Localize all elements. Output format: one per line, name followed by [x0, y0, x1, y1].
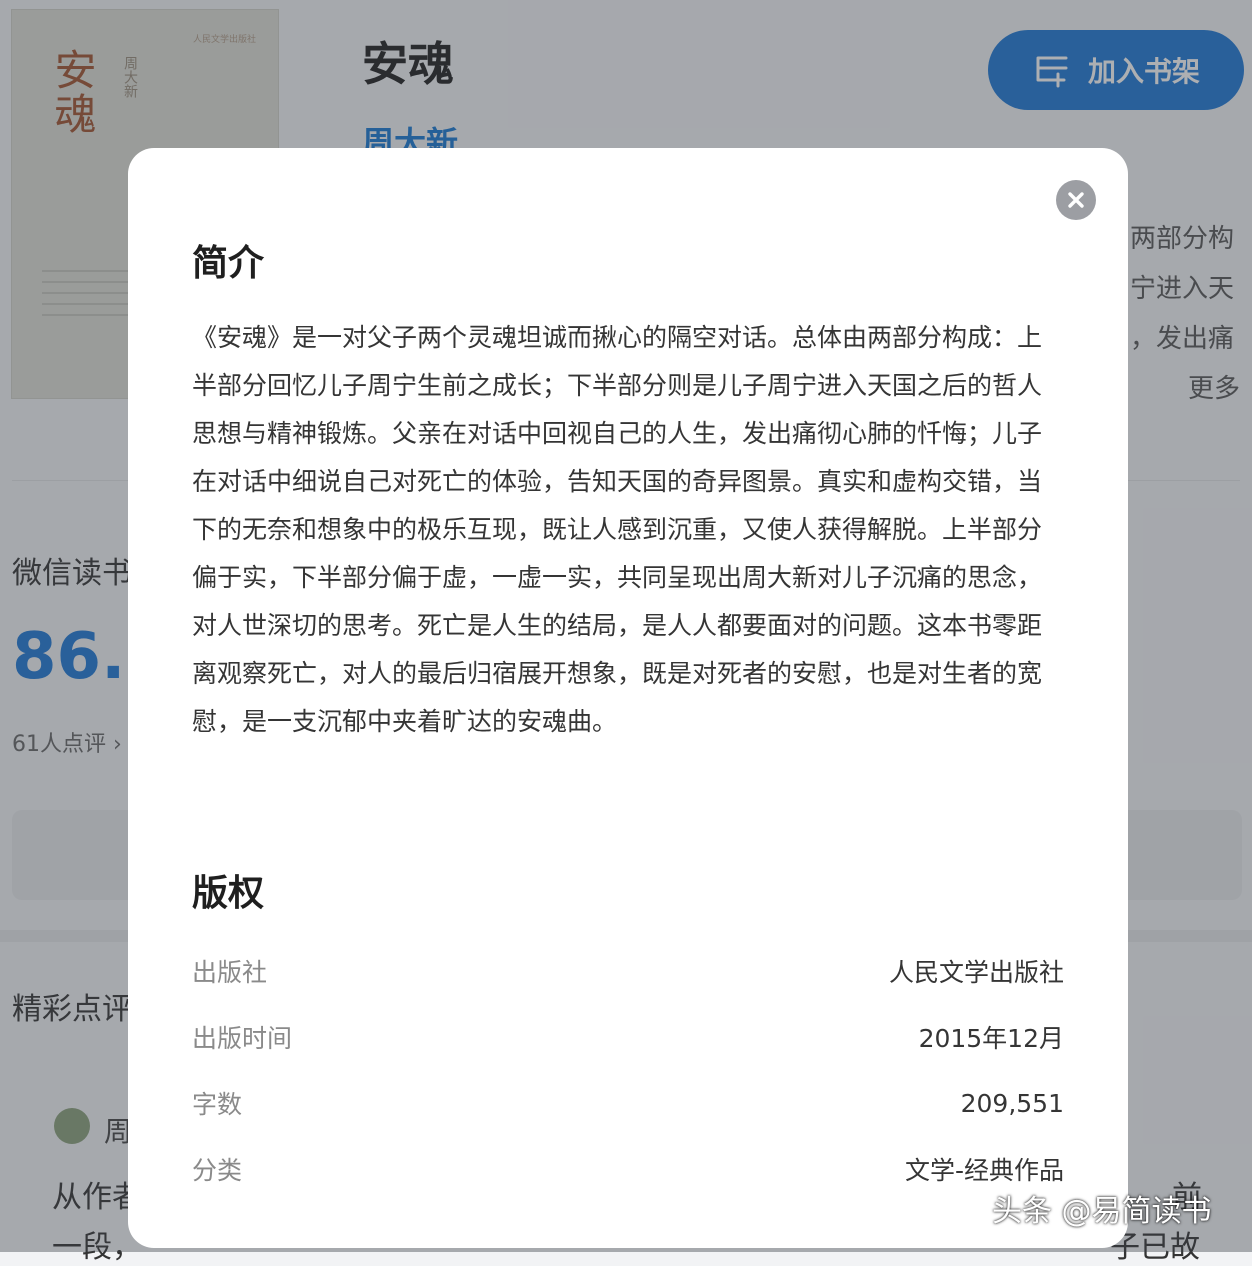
close-icon [1068, 192, 1084, 208]
book-info-dialog: 简介 《安魂》是一对父子两个灵魂坦诚而揪心的隔空对话。总体由两部分构成：上半部分… [128, 148, 1128, 1248]
info-row-word-count: 字数 209,551 [192, 1070, 1064, 1136]
info-row-publisher: 出版社 人民文学出版社 [192, 938, 1064, 1004]
intro-text: 《安魂》是一对父子两个灵魂坦诚而揪心的隔空对话。总体由两部分构成：上半部分回忆儿… [192, 323, 1043, 736]
info-label: 出版时间 [192, 1024, 293, 1053]
close-button[interactable] [1056, 180, 1096, 220]
info-value: 人民文学出版社 [888, 958, 1064, 987]
info-value: 209,551 [960, 1088, 1064, 1118]
intro-heading: 简介 [192, 242, 265, 284]
info-label: 出版社 [192, 958, 268, 987]
info-label: 分类 [192, 1156, 243, 1185]
copyright-info-table: 出版社 人民文学出版社 出版时间 2015年12月 字数 209,551 分类 … [192, 938, 1064, 1202]
info-value: 2015年12月 [918, 1024, 1064, 1053]
watermark: 头条 @易简读书 [992, 1194, 1212, 1229]
info-value: 文学-经典作品 [904, 1156, 1064, 1185]
info-row-publish-date: 出版时间 2015年12月 [192, 1004, 1064, 1070]
copyright-heading: 版权 [192, 872, 265, 914]
info-label: 字数 [192, 1090, 243, 1119]
info-row-category: 分类 文学-经典作品 [192, 1136, 1064, 1202]
